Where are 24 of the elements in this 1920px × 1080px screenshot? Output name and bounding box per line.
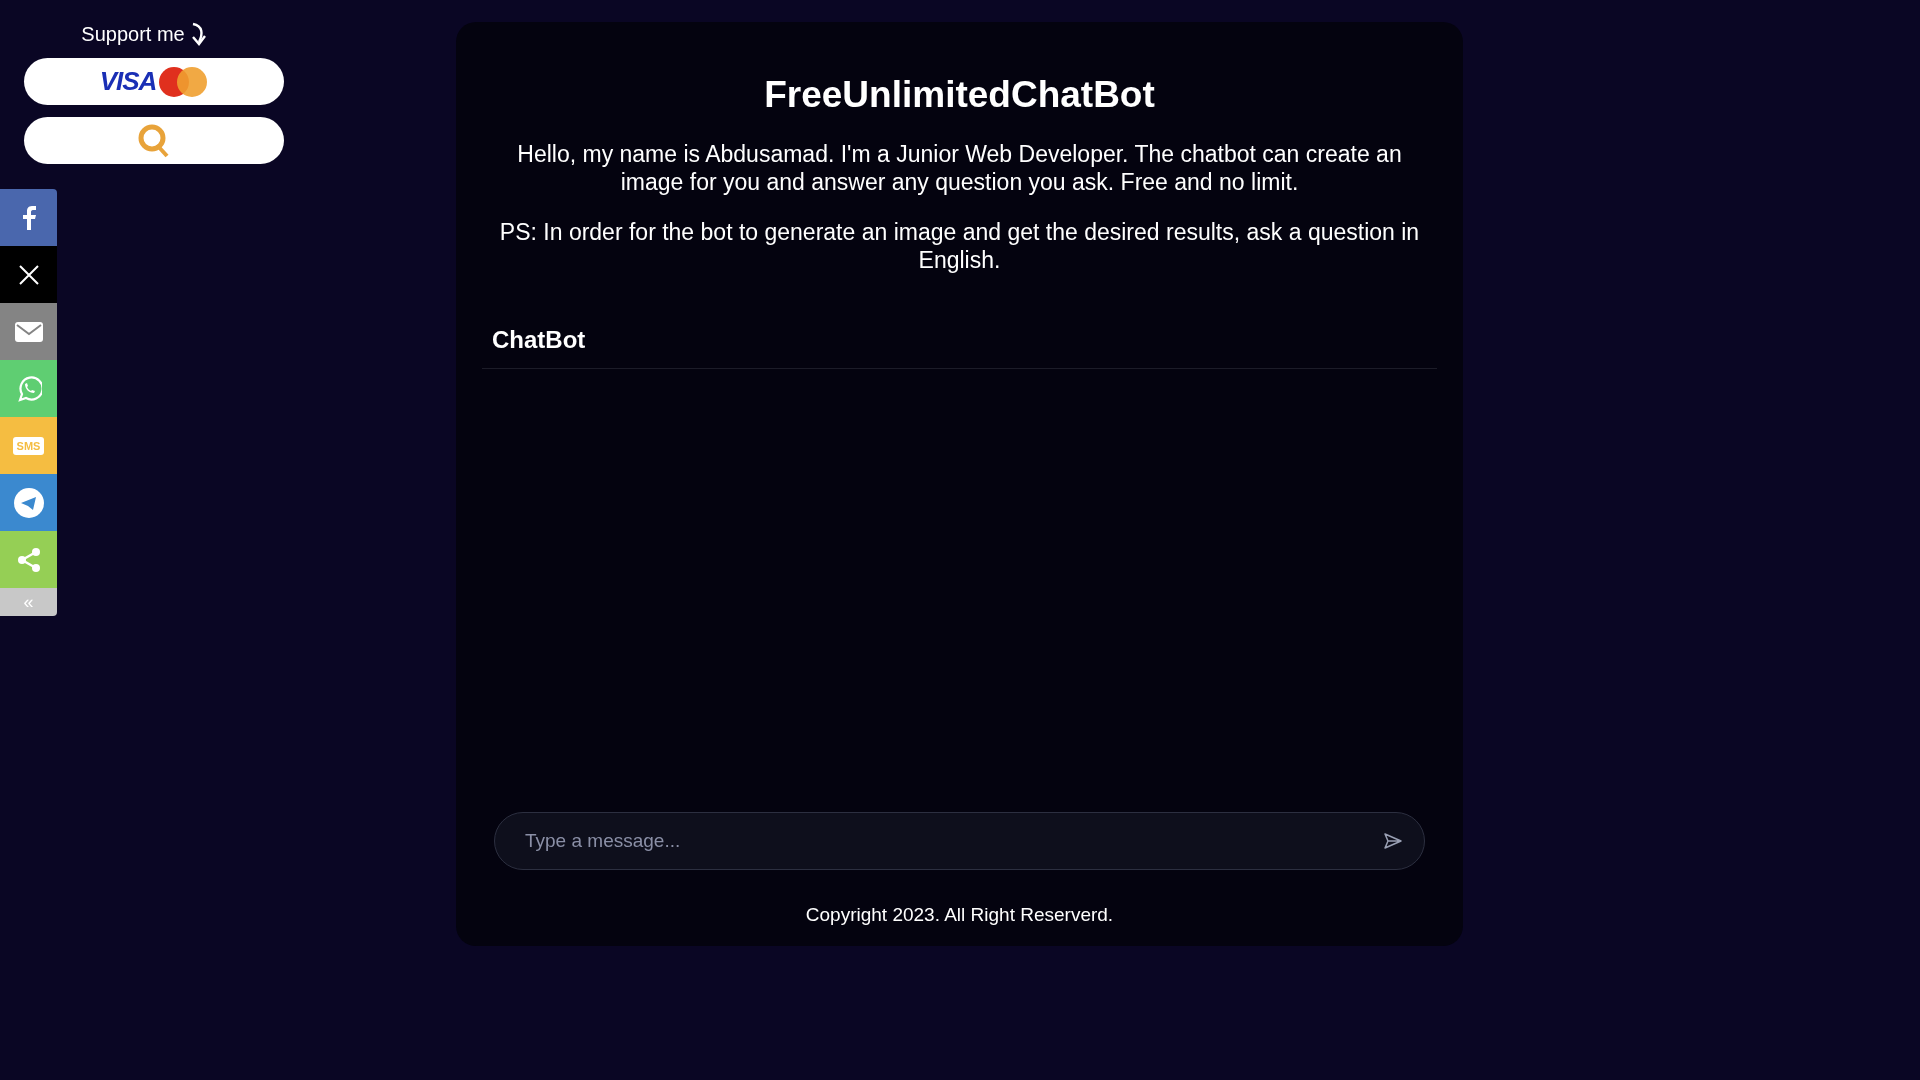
telegram-share-button[interactable]: [0, 474, 57, 531]
payment-button[interactable]: [24, 117, 284, 164]
send-icon[interactable]: [1383, 832, 1403, 850]
mastercard-icon: [158, 65, 209, 98]
facebook-icon: [21, 205, 36, 230]
sms-icon: SMS: [12, 436, 45, 455]
telegram-icon: [13, 487, 44, 518]
whatsapp-icon: [15, 375, 42, 402]
x-icon: [17, 263, 40, 286]
payment-button[interactable]: VISA: [24, 58, 284, 105]
support-title: Support me: [81, 22, 185, 46]
intro-paragraph: PS: In order for the bot to generate an image and get the desired results, ask a question in English.: [498, 218, 1421, 274]
intro-paragraph: Hello, my name is Abdusamad. I'm a Junior Web Developer. The chatbot can create an image for you and answer any question you ask. Free and no limit.: [516, 140, 1403, 196]
chatbot-heading: ChatBot: [482, 296, 1437, 369]
share-icon: [15, 546, 42, 573]
facebook-share-button[interactable]: [0, 189, 57, 246]
sms-share-button[interactable]: SMS: [0, 417, 57, 474]
email-share-button[interactable]: [0, 303, 57, 360]
collapse-button[interactable]: «: [0, 588, 57, 616]
message-field[interactable]: Type a message...: [494, 812, 1425, 870]
copyright-text: Copyright 2023. All Right Reserverd.: [805, 904, 1114, 926]
x-share-button[interactable]: [0, 246, 57, 303]
envelope-icon: [14, 321, 43, 342]
page-title: FreeUnlimitedChatBot: [764, 74, 1155, 116]
